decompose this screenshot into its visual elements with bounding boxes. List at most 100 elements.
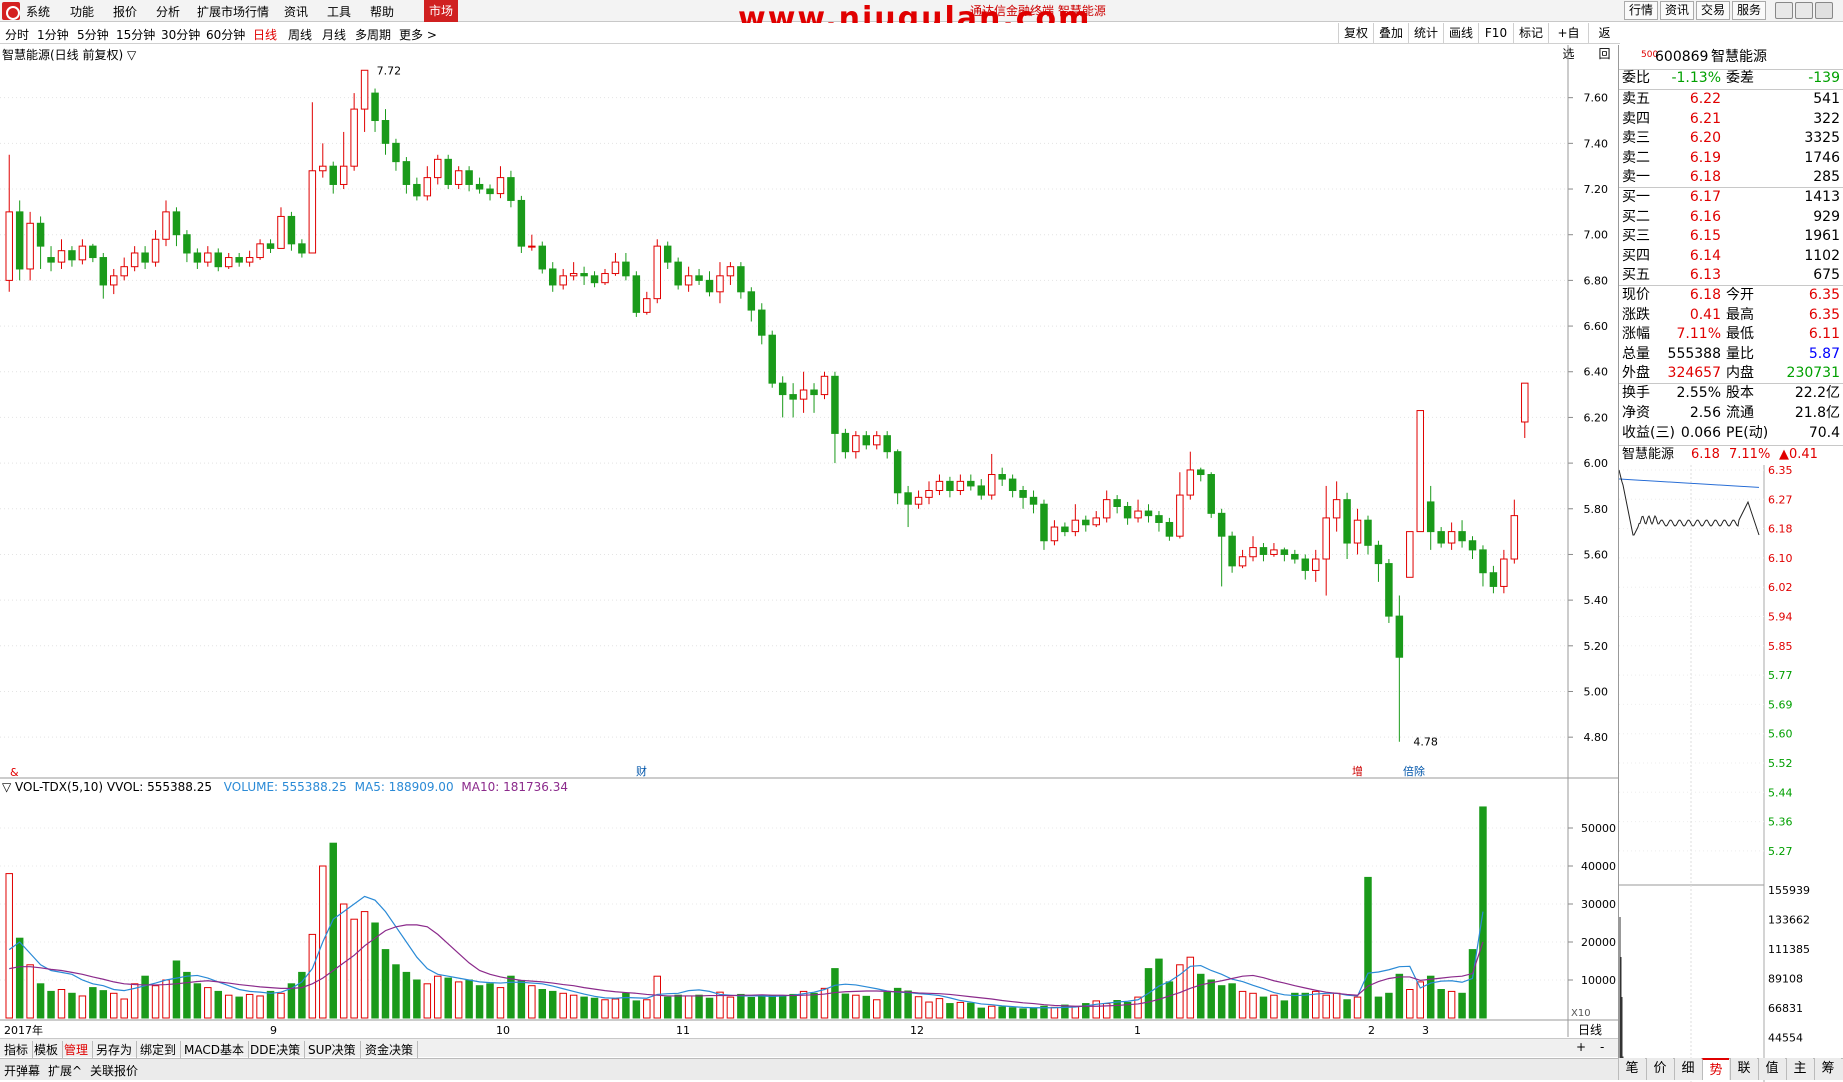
volume-bar <box>1353 996 1362 1019</box>
vol-indicator-name[interactable]: ▽ VOL-TDX(5,10) VVOL: 555388.25 <box>2 780 212 794</box>
buy-level-4: 买四 6.14 1102 <box>1619 247 1843 266</box>
btn-indicator[interactable]: 指标 <box>0 1041 34 1058</box>
volume-bar <box>475 985 484 1019</box>
volume-bar <box>559 992 567 1019</box>
candle-body <box>5 211 13 281</box>
volume-bar <box>413 979 421 1019</box>
mini-price-tick: 5.36 <box>1768 816 1793 829</box>
row-value2: 22.2亿 <box>1794 385 1840 401</box>
vol-tick-label: 50000 <box>1581 822 1616 835</box>
right-tab-1[interactable]: 价 <box>1646 1058 1673 1080</box>
row-value: 6.15 <box>1689 228 1721 244</box>
restore-icon[interactable] <box>1795 2 1813 19</box>
volume-bar <box>705 997 714 1019</box>
candle-body <box>308 170 317 254</box>
candle-body <box>1197 469 1205 476</box>
btn-expand[interactable]: 扩展^ <box>48 1062 82 1079</box>
candle-body <box>820 375 829 396</box>
btn-macd[interactable]: MACD基本 <box>180 1041 249 1058</box>
candle-body <box>1468 540 1477 551</box>
vol-value: VOLUME: 555388.25 <box>223 780 347 794</box>
btn-save-as[interactable]: 另存为 <box>92 1041 138 1058</box>
row-value2: 1413 <box>1804 189 1840 205</box>
right-tab-7[interactable]: 筹 <box>1814 1058 1841 1080</box>
candle-body <box>120 266 128 277</box>
top-service-button[interactable]: 服务 <box>1732 1 1766 20</box>
row-value2: 6.11 <box>1808 326 1840 342</box>
btn-dde[interactable]: DDE决策 <box>246 1041 306 1058</box>
vol-tick-label: 20000 <box>1581 936 1616 949</box>
kline-chart[interactable]: 7.60 7.40 7.20 7.00 6.80 6.60 6.40 6.20 6.00 5.80… <box>0 0 1618 1038</box>
right-tab-4[interactable]: 联 <box>1730 1058 1757 1080</box>
btn-template[interactable]: 模板 <box>30 1041 64 1058</box>
btn-fund[interactable]: 资金决策 <box>361 1041 419 1058</box>
vol-tick-label: 40000 <box>1581 860 1616 873</box>
btn-manage[interactable]: 管理 <box>60 1041 94 1058</box>
candle-body <box>1249 547 1257 558</box>
volume-bar <box>99 990 108 1019</box>
volume-bar <box>486 983 494 1019</box>
volume-bar <box>862 995 871 1019</box>
volume-bar <box>110 992 118 1019</box>
volume-bar <box>36 983 45 1019</box>
zoom-in-button[interactable]: + <box>1576 1040 1586 1054</box>
candle-body <box>287 215 296 245</box>
candle-body <box>277 215 285 249</box>
row-label: 现价 <box>1622 287 1650 303</box>
mini-price-tick: 5.52 <box>1768 757 1793 770</box>
volume-bar <box>1249 992 1257 1019</box>
row-label: 卖五 <box>1622 91 1650 107</box>
vol-ma10-value: MA10: 181736.34 <box>461 780 568 794</box>
row-value2: 541 <box>1813 91 1840 107</box>
candle-body <box>1134 510 1142 519</box>
top-trade-button[interactable]: 交易 <box>1696 1 1730 20</box>
right-tab-0[interactable]: 笔 <box>1618 1058 1645 1080</box>
mini-pct: 7.11% <box>1729 447 1771 462</box>
candle-body <box>1406 531 1414 578</box>
btn-bind-to[interactable]: 绑定到 <box>136 1041 182 1058</box>
mini-price: 6.18 <box>1691 447 1720 462</box>
row-value2: 5.87 <box>1808 345 1840 362</box>
right-tab-6[interactable]: 主 <box>1786 1058 1813 1080</box>
candle-body <box>590 275 599 284</box>
close-icon[interactable] <box>1815 2 1833 19</box>
buy-level-1: 买一 6.17 1413 <box>1619 188 1843 207</box>
right-tab-2[interactable]: 细 <box>1674 1058 1701 1080</box>
date-label: 3 <box>1422 1024 1429 1037</box>
row-value2: 675 <box>1813 267 1840 283</box>
right-tab-5[interactable]: 值 <box>1758 1058 1785 1080</box>
intraday-mini-chart[interactable]: 6.35 6.27 6.18 6.10 6.02 5.94 5.85 5.77 5.69 5.60… <box>1619 465 1843 1082</box>
candle-body <box>1395 615 1404 658</box>
candle-body <box>1061 526 1069 533</box>
volume-bar <box>151 985 160 1019</box>
btn-sup[interactable]: SUP决策 <box>304 1041 361 1058</box>
mini-chg: ▲0.41 <box>1779 447 1818 462</box>
row-value: 555388 <box>1667 345 1721 362</box>
vol-scale-label: X10 <box>1571 1008 1591 1019</box>
top-quote-button[interactable]: 行情 <box>1624 1 1658 20</box>
volume-bar <box>956 1001 965 1019</box>
volume-bar <box>381 949 390 1019</box>
volume-bar <box>214 990 223 1019</box>
row-value: 6.14 <box>1689 247 1721 264</box>
row-value2: 3325 <box>1804 130 1840 146</box>
row-value2: 929 <box>1813 208 1840 225</box>
price-tick-label: 6.80 <box>1584 274 1609 287</box>
quote-row: 现价 6.18 6.35 今开 <box>1619 286 1843 305</box>
candle-body <box>57 250 66 263</box>
minimize-icon[interactable] <box>1775 2 1793 19</box>
top-info-button[interactable]: 资讯 <box>1660 1 1694 20</box>
btn-related-quote[interactable]: 关联报价 <box>90 1062 138 1079</box>
candle-body <box>423 177 432 197</box>
volume-bar <box>695 994 703 1019</box>
candle-body <box>1040 503 1048 542</box>
zoom-out-button[interactable]: - <box>1600 1040 1604 1054</box>
volume-bar <box>224 994 233 1019</box>
right-tab-3[interactable]: 势 <box>1702 1058 1729 1080</box>
candle-body <box>914 496 923 505</box>
volume-bar <box>904 990 912 1019</box>
candle-body <box>883 435 891 453</box>
volume-legend: ▽ VOL-TDX(5,10) VVOL: 555388.25 VOLUME: … <box>2 780 568 794</box>
btn-danmu[interactable]: 开弹幕 <box>4 1062 40 1079</box>
candle-body <box>1280 549 1289 555</box>
